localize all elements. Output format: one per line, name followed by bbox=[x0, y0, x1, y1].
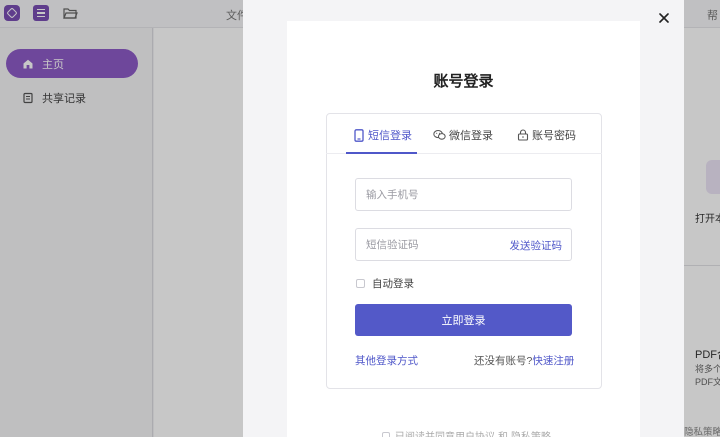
sms-code-field[interactable]: 发送验证码 bbox=[355, 228, 572, 261]
agreement-prefix: 已阅读并同意 bbox=[395, 428, 455, 437]
login-tabs: 短信登录 微信登录 账号密码 bbox=[326, 113, 602, 154]
tab-label: 账号密码 bbox=[532, 130, 576, 142]
phone-icon bbox=[352, 128, 365, 142]
register-prompt-line: 还没有账号?快速注册 bbox=[474, 353, 574, 368]
phone-input[interactable] bbox=[366, 179, 506, 210]
modal-title: 账号登录 bbox=[433, 73, 494, 90]
phone-field[interactable] bbox=[355, 178, 572, 211]
tab-label: 短信登录 bbox=[368, 130, 412, 142]
active-tab-indicator bbox=[346, 152, 417, 154]
register-prompt: 还没有账号? bbox=[474, 355, 533, 367]
wechat-icon bbox=[433, 129, 446, 142]
tab-password-login[interactable]: 账号密码 bbox=[516, 127, 576, 143]
auto-login-checkbox[interactable] bbox=[356, 279, 365, 288]
tab-sms-login[interactable]: 短信登录 bbox=[352, 127, 412, 143]
close-icon bbox=[659, 13, 669, 23]
other-login-methods-link[interactable]: 其他登录方式 bbox=[355, 353, 418, 368]
quick-register-link[interactable]: 快速注册 bbox=[532, 355, 574, 367]
lock-icon bbox=[516, 129, 529, 142]
sms-code-input[interactable] bbox=[366, 229, 506, 260]
login-button[interactable]: 立即登录 bbox=[355, 304, 572, 336]
close-button[interactable] bbox=[654, 8, 674, 28]
auto-login-label: 自动登录 bbox=[372, 278, 414, 290]
tab-wechat-login[interactable]: 微信登录 bbox=[433, 127, 493, 143]
agreement-checkbox[interactable] bbox=[382, 431, 390, 437]
agreement-line: 已阅读并同意 用户协议 和 隐私策略 bbox=[382, 428, 551, 437]
agreement-and: 和 bbox=[498, 428, 508, 437]
send-code-button[interactable]: 发送验证码 bbox=[510, 238, 563, 253]
auto-login-option[interactable]: 自动登录 bbox=[356, 276, 414, 291]
tab-label: 微信登录 bbox=[449, 130, 493, 142]
privacy-policy-link[interactable]: 隐私策略 bbox=[511, 428, 551, 437]
user-agreement-link[interactable]: 用户协议 bbox=[455, 428, 495, 437]
